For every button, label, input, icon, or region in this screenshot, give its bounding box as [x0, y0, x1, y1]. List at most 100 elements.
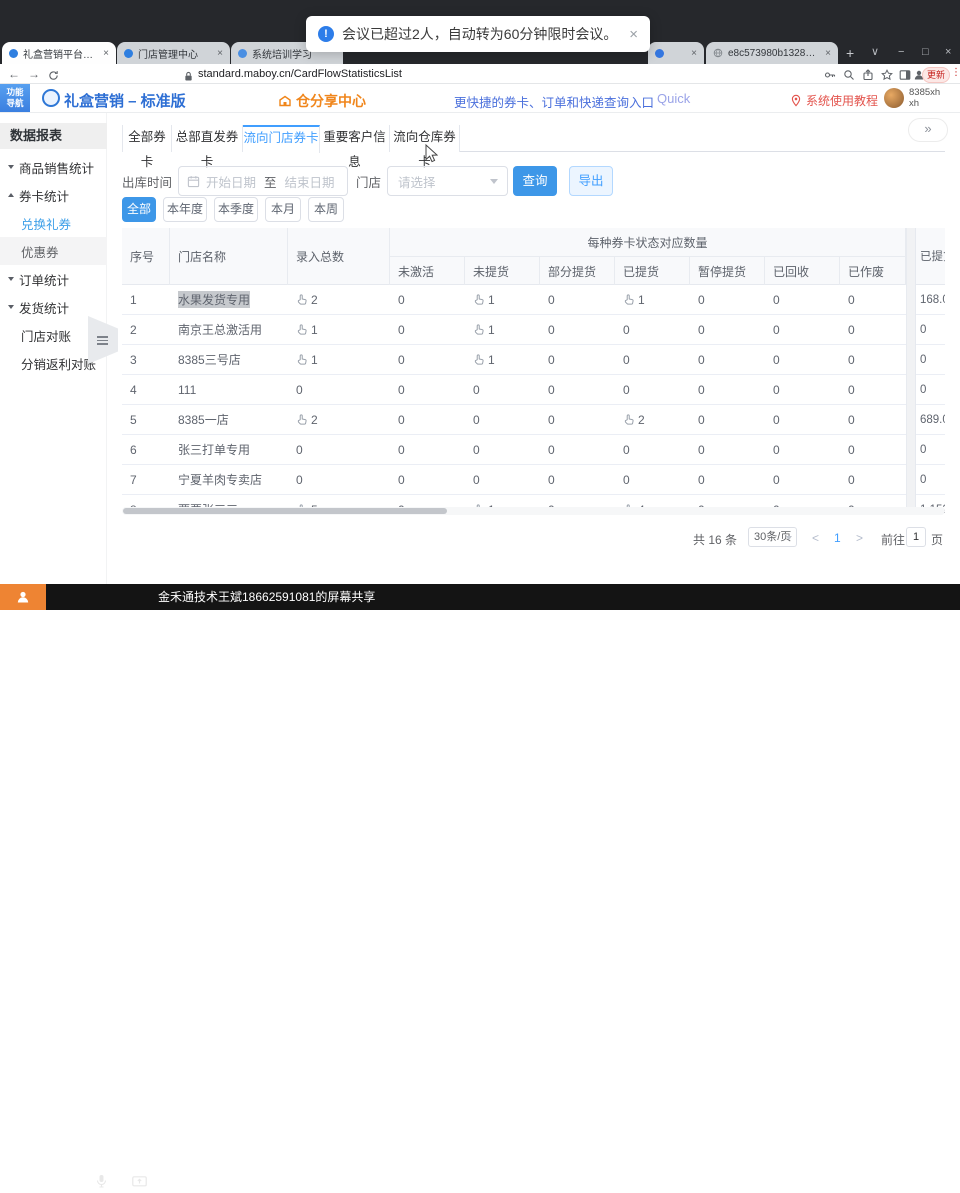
- pointing-hand-icon: [473, 324, 484, 336]
- cell-value: 0: [540, 435, 615, 464]
- browser-tab-4[interactable]: ×: [648, 42, 704, 64]
- cell-value: 0: [765, 405, 840, 434]
- store-select[interactable]: 请选择: [387, 166, 508, 196]
- browser-menu-icon[interactable]: ⋮: [951, 67, 960, 78]
- tab-search-icon[interactable]: ∨: [871, 44, 879, 60]
- user-avatar[interactable]: [884, 88, 904, 108]
- sidebar-item-2[interactable]: 兑换礼券: [0, 209, 107, 237]
- cell-link[interactable]: 5: [288, 495, 390, 507]
- page-size-select[interactable]: 30条/页: [748, 527, 797, 547]
- cell-seq: 1: [122, 285, 170, 314]
- sidebar-item-0[interactable]: 商品销售统计: [0, 153, 107, 181]
- tab-2[interactable]: 流向门店券卡: [243, 125, 320, 153]
- search-button[interactable]: 查询: [513, 166, 557, 196]
- cell-value: 0: [540, 285, 615, 314]
- store-name[interactable]: 8385一店: [178, 411, 229, 428]
- sidebar-item-5[interactable]: 发货统计: [0, 293, 107, 321]
- cell-link[interactable]: 1: [615, 285, 690, 314]
- cell-link[interactable]: 4: [615, 495, 690, 507]
- store-name[interactable]: 宁夏羊肉专卖店: [178, 471, 262, 488]
- brand-logo-icon: [42, 89, 60, 107]
- horizontal-scrollbar-thumb[interactable]: [123, 508, 447, 514]
- banner-close-icon[interactable]: ×: [629, 26, 638, 43]
- tab-1[interactable]: 总部直发券卡: [172, 125, 243, 152]
- browser-tab-2[interactable]: 门店管理中心 ×: [117, 42, 230, 64]
- caret-down-icon: [8, 165, 14, 169]
- subheader-3: 已提货: [615, 257, 690, 285]
- cell-amount: 0: [916, 465, 945, 495]
- cell-link[interactable]: 1: [288, 345, 390, 374]
- prev-page-button[interactable]: <: [812, 531, 819, 545]
- url-text[interactable]: standard.maboy.cn/CardFlowStatisticsList: [198, 68, 402, 80]
- tutorial-link[interactable]: 系统使用教程: [790, 92, 878, 109]
- forward-icon[interactable]: →: [28, 67, 40, 81]
- cell-value: 0: [765, 345, 840, 374]
- chevron-down-icon: [786, 536, 792, 540]
- tab-close-icon[interactable]: ×: [691, 48, 697, 59]
- quick-range-2[interactable]: 本季度: [214, 197, 258, 222]
- sidebar-item-4[interactable]: 订单统计: [0, 265, 107, 293]
- store-name[interactable]: 南京王总激活用: [178, 321, 262, 338]
- quick-range-1[interactable]: 本年度: [163, 197, 207, 222]
- sidebar-item-1[interactable]: 券卡统计: [0, 181, 107, 209]
- window-maximize-button[interactable]: □: [922, 44, 929, 60]
- window-minimize-button[interactable]: −: [898, 44, 904, 60]
- end-date-placeholder: 结束日期: [285, 172, 335, 191]
- cell-value: 0: [540, 345, 615, 374]
- table-row: 2南京王总激活用10100000: [122, 315, 915, 345]
- screen-share-text: 金禾通技术王斌18662591081的屏幕共享: [158, 584, 375, 610]
- cell-value: 0: [390, 285, 465, 314]
- store-name[interactable]: 8385三号店: [178, 351, 241, 368]
- tab-0[interactable]: 全部券卡: [122, 125, 172, 152]
- cell-link[interactable]: 2: [615, 405, 690, 434]
- tab-close-icon[interactable]: ×: [103, 48, 109, 59]
- cell-value: 0: [288, 465, 390, 494]
- quick-range-4[interactable]: 本周: [308, 197, 344, 222]
- chrome-update-button[interactable]: 更新: [922, 67, 950, 83]
- cell-seq: 6: [122, 435, 170, 464]
- share-center-link[interactable]: 仓分享中心: [278, 91, 366, 111]
- pointing-hand-icon: [623, 414, 634, 426]
- tab-close-icon[interactable]: ×: [825, 48, 831, 59]
- new-tab-button[interactable]: +: [846, 44, 854, 62]
- date-range-input[interactable]: 开始日期 至 结束日期: [178, 166, 348, 196]
- sidebar-item-3[interactable]: 优惠券: [0, 237, 107, 265]
- cell-link[interactable]: 1: [465, 345, 540, 374]
- back-icon[interactable]: ←: [8, 67, 20, 81]
- store-name[interactable]: 水果发货专用: [178, 291, 250, 308]
- cell-link[interactable]: 1: [288, 315, 390, 344]
- vertical-scrollbar[interactable]: [906, 228, 915, 507]
- participant-badge[interactable]: [0, 584, 46, 610]
- cell-value: 0: [840, 495, 906, 507]
- cell-value: 0: [840, 405, 906, 434]
- user-name: 8385xh xh: [909, 88, 940, 110]
- tab-3[interactable]: 重要客户信息: [320, 125, 390, 152]
- header-amount: 已提货金额: [916, 228, 945, 285]
- sidebar-collapse-handle[interactable]: [88, 316, 118, 364]
- browser-tab-1[interactable]: 礼盒营销平台管理中心 ×: [2, 42, 116, 64]
- quick-range-3[interactable]: 本月: [265, 197, 301, 222]
- browser-tab-5[interactable]: e8c573980b1328a258fd2e61 ×: [706, 42, 838, 64]
- store-select-placeholder: 请选择: [398, 172, 436, 191]
- cell-value: 0: [465, 375, 540, 404]
- table-row: 58385一店20002000: [122, 405, 915, 435]
- tab-close-icon[interactable]: ×: [217, 48, 223, 59]
- browser-tab-title: e8c573980b1328a258fd2e61: [728, 48, 820, 59]
- function-nav-button[interactable]: 功能 导航: [0, 84, 30, 112]
- export-button[interactable]: 导出: [569, 166, 613, 196]
- next-page-button[interactable]: >: [856, 531, 863, 545]
- cell-link[interactable]: 1: [465, 285, 540, 314]
- window-close-button[interactable]: ×: [945, 44, 951, 60]
- store-name[interactable]: 张三打单专用: [178, 441, 250, 458]
- cell-link[interactable]: 2: [288, 285, 390, 314]
- cell-link[interactable]: 1: [465, 495, 540, 507]
- subheader-2: 部分提货: [540, 257, 615, 285]
- quick-label[interactable]: Quick: [657, 91, 690, 106]
- horizontal-scrollbar[interactable]: [122, 507, 945, 515]
- store-name[interactable]: 111: [178, 383, 196, 397]
- quick-range-0[interactable]: 全部: [122, 197, 156, 222]
- goto-page-input[interactable]: 1: [906, 527, 926, 547]
- current-page[interactable]: 1: [834, 531, 841, 545]
- cell-link[interactable]: 2: [288, 405, 390, 434]
- cell-link[interactable]: 1: [465, 315, 540, 344]
